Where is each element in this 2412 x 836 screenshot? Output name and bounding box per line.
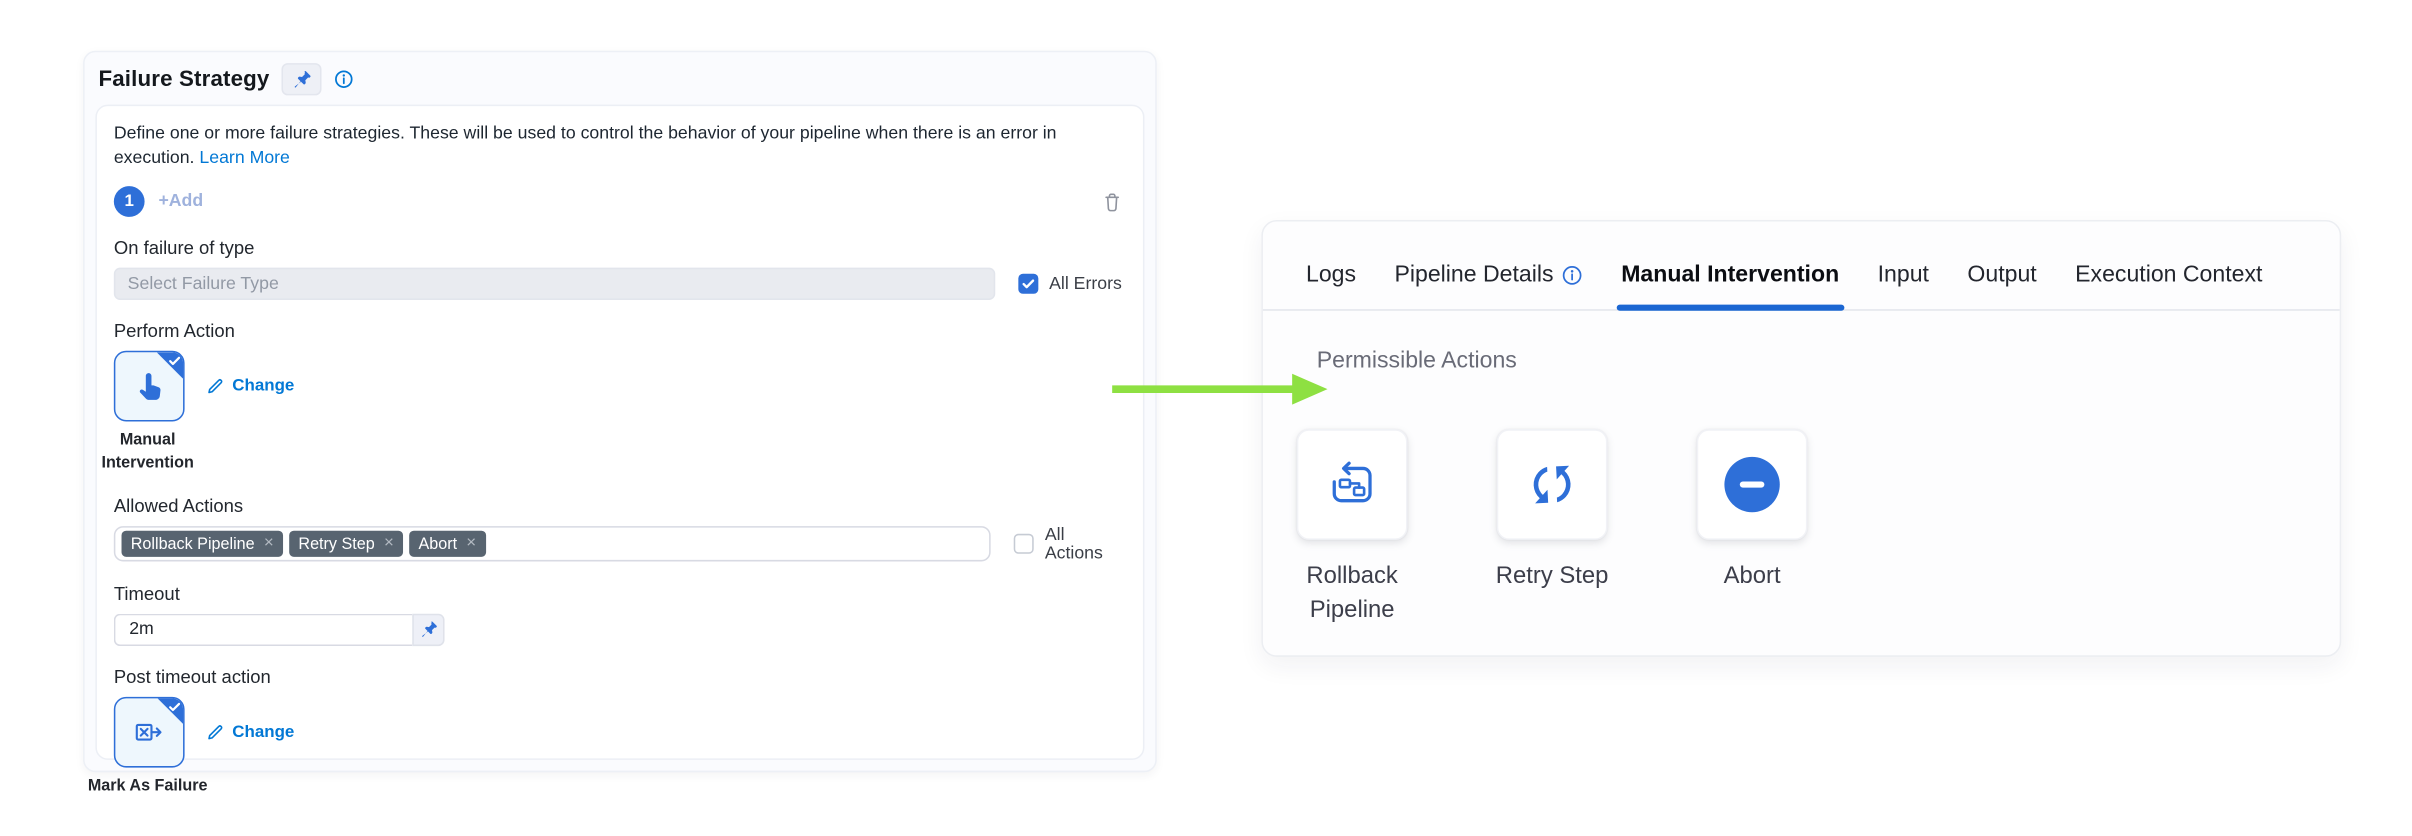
tag-label: Rollback Pipeline bbox=[131, 535, 255, 553]
permissible-actions-row: Rollback Pipeline Retry Step Abort bbox=[1298, 429, 2339, 629]
failure-type-input[interactable] bbox=[114, 268, 995, 300]
abort-icon bbox=[1724, 457, 1779, 512]
perform-action-label: Perform Action bbox=[114, 320, 1126, 342]
pencil-icon bbox=[206, 377, 224, 395]
allowed-action-tag: Abort × bbox=[409, 531, 485, 557]
pin-icon bbox=[292, 69, 312, 89]
delete-strategy-button[interactable] bbox=[1098, 190, 1126, 213]
mark-as-failure-card[interactable] bbox=[114, 696, 185, 767]
mark-as-failure-icon bbox=[132, 715, 166, 749]
action-retry-step: Retry Step bbox=[1498, 429, 1606, 629]
all-actions-label: All Actions bbox=[1045, 525, 1126, 562]
checkbox-unchecked bbox=[1014, 534, 1034, 554]
active-tab-underline bbox=[1617, 305, 1844, 311]
all-errors-checkbox[interactable]: All Errors bbox=[1018, 274, 1121, 294]
post-timeout-label: Post timeout action bbox=[114, 665, 1126, 687]
manual-intervention-card[interactable] bbox=[114, 351, 185, 422]
tab-pipeline-details[interactable]: Pipeline Details bbox=[1394, 240, 1582, 309]
add-strategy-button[interactable]: +Add bbox=[158, 193, 203, 211]
allowed-actions-input[interactable]: Rollback Pipeline × Retry Step × Abort × bbox=[114, 526, 991, 561]
info-icon[interactable] bbox=[334, 69, 354, 89]
info-icon bbox=[1561, 264, 1583, 286]
pin-runtime-input-button[interactable] bbox=[282, 63, 322, 95]
tag-remove-icon[interactable]: × bbox=[264, 535, 274, 552]
action-label: Abort bbox=[1672, 560, 1832, 595]
trash-icon bbox=[1101, 190, 1123, 213]
tab-logs[interactable]: Logs bbox=[1306, 240, 1356, 309]
pin-icon bbox=[419, 620, 437, 638]
on-failure-label: On failure of type bbox=[114, 237, 1126, 259]
all-actions-checkbox[interactable]: All Actions bbox=[1014, 525, 1126, 562]
check-icon bbox=[168, 354, 182, 368]
change-post-timeout-action-button[interactable]: Change bbox=[206, 722, 294, 740]
panel-title: Failure Strategy bbox=[98, 67, 269, 92]
action-label: Rollback Pipeline bbox=[1272, 560, 1432, 629]
checkbox-checked bbox=[1018, 274, 1038, 294]
tag-remove-icon[interactable]: × bbox=[384, 535, 394, 552]
rollback-pipeline-icon bbox=[1326, 458, 1378, 510]
flow-arrow bbox=[1109, 371, 1332, 408]
timeout-label: Timeout bbox=[114, 582, 1126, 604]
strategy-number-badge[interactable]: 1 bbox=[114, 186, 145, 217]
tab-manual-intervention[interactable]: Manual Intervention bbox=[1621, 240, 1839, 309]
perform-action-name: Manual Intervention bbox=[83, 429, 212, 474]
stage: Failure Strategy Define one or more fail… bbox=[0, 0, 2412, 836]
strategy-description: Define one or more failure strategies. T… bbox=[114, 122, 1126, 172]
tab-output[interactable]: Output bbox=[1967, 240, 2036, 309]
failure-strategy-panel: Failure Strategy Define one or more fail… bbox=[83, 51, 1157, 772]
allowed-action-tag: Rollback Pipeline × bbox=[122, 531, 283, 557]
check-icon bbox=[1021, 277, 1035, 291]
manual-intervention-icon bbox=[133, 370, 165, 402]
post-timeout-action-name: Mark As Failure bbox=[83, 775, 212, 798]
retry-step-button[interactable] bbox=[1497, 429, 1608, 540]
allowed-action-tag: Retry Step × bbox=[289, 531, 403, 557]
step-details-panel: Logs Pipeline Details Manual Interventio… bbox=[1261, 220, 2341, 657]
tab-execution-context[interactable]: Execution Context bbox=[2075, 240, 2262, 309]
action-label: Retry Step bbox=[1472, 560, 1632, 595]
pencil-icon bbox=[206, 722, 224, 740]
retry-icon bbox=[1524, 457, 1579, 512]
permissible-actions-title: Permissible Actions bbox=[1317, 348, 2340, 374]
tag-label: Retry Step bbox=[298, 535, 374, 553]
strategy-editor-card: Define one or more failure strategies. T… bbox=[95, 105, 1144, 760]
abort-button[interactable] bbox=[1697, 429, 1808, 540]
timeout-input[interactable] bbox=[114, 613, 412, 645]
all-errors-label: All Errors bbox=[1049, 275, 1122, 293]
failure-strategy-header: Failure Strategy bbox=[85, 52, 1156, 104]
action-rollback-pipeline: Rollback Pipeline bbox=[1298, 429, 1406, 629]
change-perform-action-button[interactable]: Change bbox=[206, 377, 294, 395]
learn-more-link[interactable]: Learn More bbox=[199, 149, 289, 167]
tab-input[interactable]: Input bbox=[1878, 240, 1929, 309]
action-abort: Abort bbox=[1698, 429, 1806, 629]
check-icon bbox=[168, 699, 182, 713]
tag-remove-icon[interactable]: × bbox=[466, 535, 476, 552]
timeout-pin-button[interactable] bbox=[412, 613, 444, 645]
rollback-pipeline-button[interactable] bbox=[1297, 429, 1408, 540]
tag-label: Abort bbox=[418, 535, 457, 553]
tab-bar: Logs Pipeline Details Manual Interventio… bbox=[1263, 222, 2340, 311]
allowed-actions-label: Allowed Actions bbox=[114, 495, 1126, 517]
